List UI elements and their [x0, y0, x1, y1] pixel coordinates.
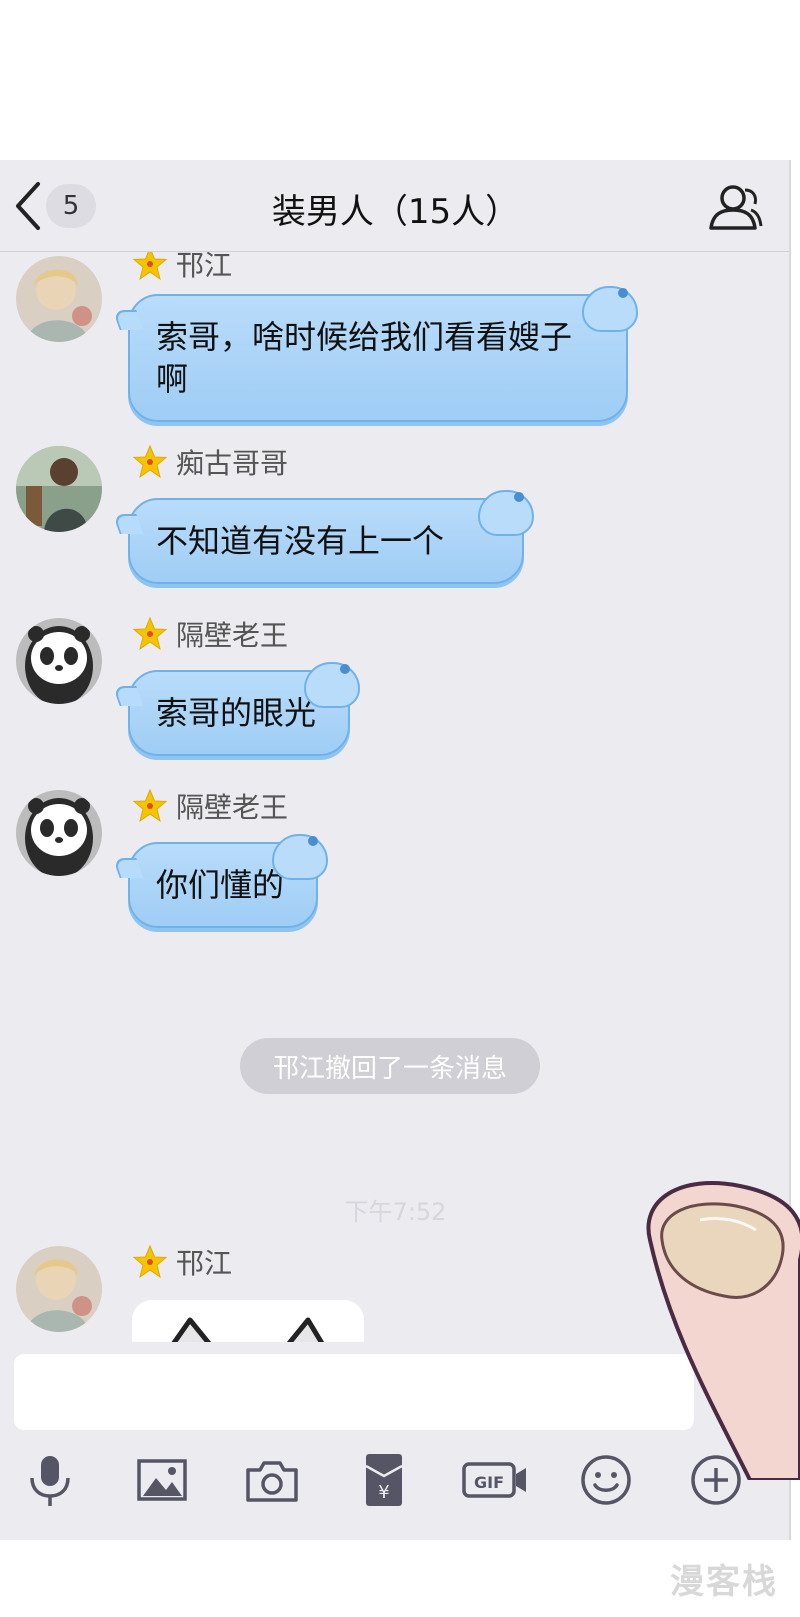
bubble-tail: [112, 310, 144, 330]
red-packet-icon[interactable]: ¥: [354, 1450, 414, 1510]
bubble-eye: [618, 288, 628, 298]
mic-icon[interactable]: [20, 1450, 80, 1510]
image-icon[interactable]: [132, 1450, 192, 1510]
message-sender: 邗江: [132, 252, 232, 284]
message-sender: 隔壁老王: [132, 786, 288, 826]
recall-notice: 邗江撤回了一条消息: [240, 1038, 540, 1094]
sender-name: 邗江: [176, 1247, 233, 1280]
bubble-hump: [582, 286, 638, 332]
message-sender: 痴古哥哥: [132, 442, 288, 482]
star-icon: [132, 788, 168, 823]
message-text: 索哥，啥时候给我们看看嫂子啊: [156, 318, 573, 398]
cat-sticker-image: [132, 1300, 364, 1342]
message-bubble[interactable]: 你们懂的: [112, 834, 328, 928]
avatar[interactable]: [16, 446, 102, 532]
message-input[interactable]: [14, 1354, 694, 1430]
sender-name: 隔壁老王: [176, 619, 289, 652]
bubble-tail: [112, 514, 144, 534]
svg-text:GIF: GIF: [474, 1473, 504, 1492]
bubble-hump: [478, 490, 534, 536]
group-members-icon[interactable]: [705, 182, 763, 232]
sticker-message[interactable]: [132, 1300, 364, 1342]
sender-name: 痴古哥哥: [176, 447, 289, 480]
sender-name: 隔壁老王: [176, 791, 289, 824]
emoji-icon[interactable]: [576, 1450, 636, 1510]
bubble-hump: [304, 662, 360, 708]
star-icon: [132, 252, 168, 281]
watermark-logo: 漫客栈: [670, 1562, 778, 1602]
avatar[interactable]: [16, 1246, 102, 1332]
page-title: 装男人（15人）: [271, 192, 520, 232]
avatar[interactable]: [16, 790, 102, 876]
bubble-tail: [112, 686, 144, 706]
message-bubble[interactable]: 索哥的眼光: [112, 662, 360, 756]
svg-text:¥: ¥: [378, 1482, 389, 1503]
star-icon: [132, 444, 168, 479]
message-text: 你们懂的: [156, 866, 285, 904]
message-sender: 隔壁老王: [132, 614, 288, 654]
bubble-hump: [272, 834, 328, 880]
avatar[interactable]: [16, 618, 102, 704]
unread-badge[interactable]: 5: [46, 184, 96, 228]
nav-bar: 5 装男人（15人）: [0, 160, 789, 252]
bubble-eye: [514, 492, 524, 502]
avatar[interactable]: [16, 256, 102, 342]
sender-name: 邗江: [176, 252, 233, 282]
camera-icon[interactable]: [242, 1450, 302, 1510]
message-sender: 邗江: [132, 1242, 232, 1282]
gif-icon[interactable]: GIF: [460, 1450, 530, 1510]
bubble-tail: [112, 858, 144, 878]
message-list[interactable]: 邗江 索哥，啥时候给我们看看嫂子啊 痴古哥哥 不知道有没有上一个 隔壁老王 索哥…: [0, 252, 789, 1342]
message-bubble[interactable]: 不知道有没有上一个: [112, 490, 534, 584]
message-text: 不知道有没有上一个: [156, 522, 445, 560]
star-icon: [132, 616, 168, 651]
message-bubble[interactable]: 索哥，啥时候给我们看看嫂子啊: [112, 286, 638, 422]
finger-illustration: [646, 1181, 800, 1480]
bubble-eye: [340, 664, 350, 674]
chevron-left-icon[interactable]: [10, 178, 50, 234]
star-icon: [132, 1244, 168, 1279]
bubble-eye: [308, 836, 318, 846]
message-text: 索哥的眼光: [156, 694, 317, 732]
